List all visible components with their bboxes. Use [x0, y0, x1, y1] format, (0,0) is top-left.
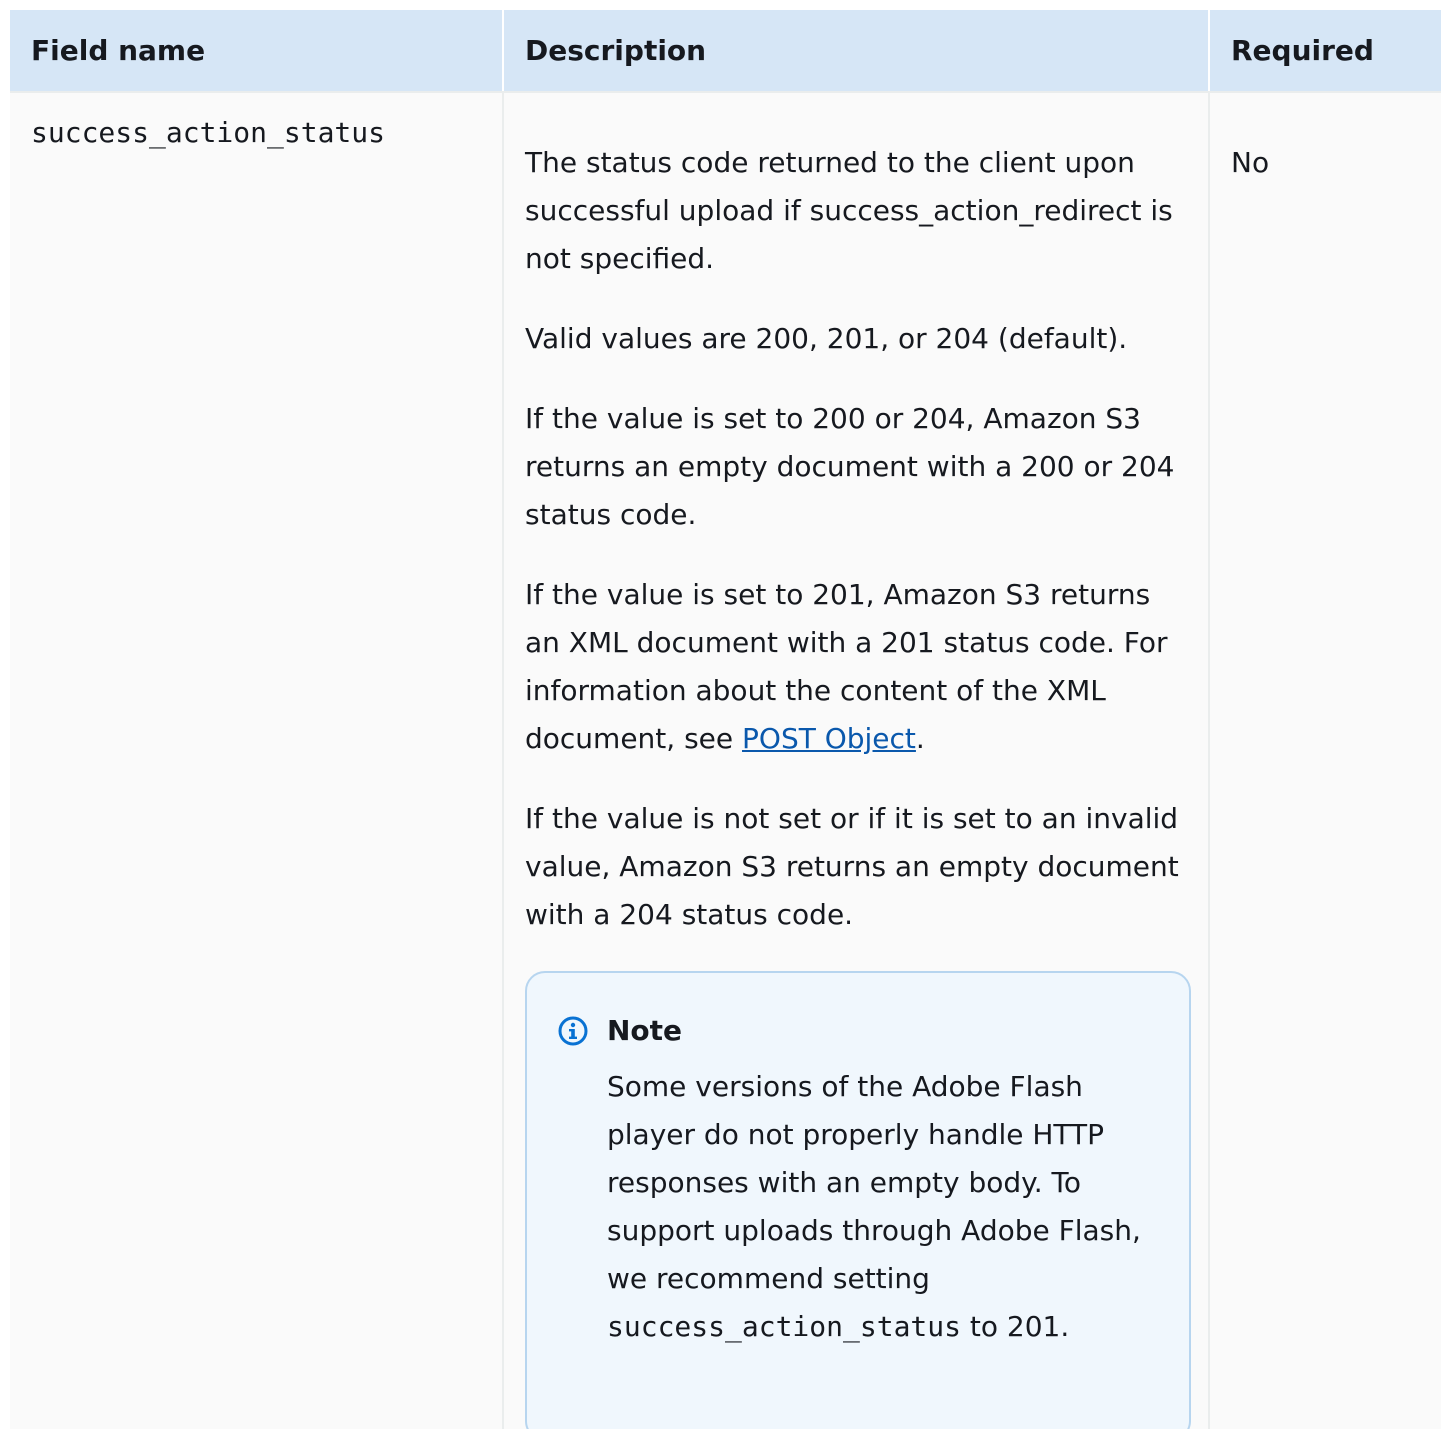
note-body: Some versions of the Adobe Flash player … [607, 1063, 1169, 1351]
doc-table-container: Field name Description Required success_… [10, 10, 1441, 1429]
paragraph-4-end: . [915, 722, 925, 755]
header-description: Description [503, 10, 1210, 93]
description-paragraph-2: Valid values are 200, 201, or 204 (defau… [525, 322, 1128, 355]
info-icon [557, 1015, 589, 1047]
header-field-name: Field name [10, 10, 504, 93]
note-body-end: to 201. [961, 1310, 1070, 1343]
field-name-cell: success_action_status [10, 92, 504, 1429]
note-body-text: Some versions of the Adobe Flash player … [607, 1070, 1141, 1295]
field-name-code: success_action_status [31, 116, 386, 149]
fields-table: Field name Description Required success_… [10, 10, 1441, 1429]
note-code: success_action_status [607, 1310, 962, 1343]
note-callout: Note Some versions of the Adobe Flash pl… [525, 971, 1191, 1429]
note-header: Note [557, 1007, 1169, 1055]
note-title: Note [607, 1014, 683, 1047]
description-paragraph-3: If the value is set to 200 or 204, Amazo… [525, 402, 1175, 531]
description-paragraph-4: If the value is set to 201, Amazon S3 re… [525, 571, 1184, 763]
table-header-row: Field name Description Required [10, 10, 1441, 93]
header-required: Required [1209, 10, 1441, 93]
required-value: No [1231, 146, 1270, 179]
post-object-link[interactable]: POST Object [742, 722, 916, 755]
description-paragraph-1: The status code returned to the client u… [525, 146, 1173, 275]
required-cell: No [1209, 92, 1441, 1429]
description-cell: The status code returned to the client u… [503, 92, 1210, 1429]
table-row: success_action_status The status code re… [10, 92, 1441, 1429]
description-paragraph-5: If the value is not set or if it is set … [525, 802, 1179, 931]
